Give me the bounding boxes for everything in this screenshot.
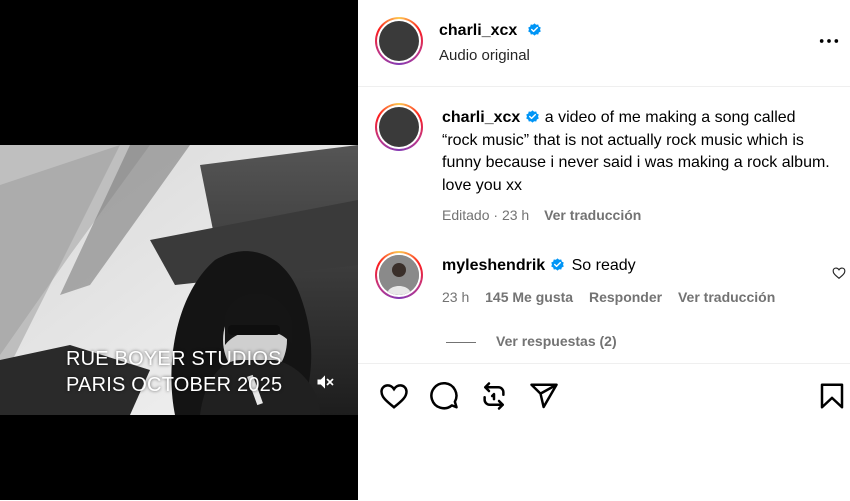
- caption-meta: Editado · 23 h Ver traducción: [442, 207, 641, 223]
- caption-username[interactable]: charli_xcx: [442, 109, 520, 126]
- replies-divider-line: [446, 341, 476, 343]
- header-username[interactable]: charli_xcx: [439, 22, 542, 40]
- avatar[interactable]: [375, 17, 423, 65]
- comment-body: myleshendrik So ready: [442, 257, 636, 275]
- verified-badge-icon: [527, 23, 541, 36]
- video-overlay-line-1: RUE BOYER STUDIOS: [66, 348, 282, 370]
- comment-translate-link[interactable]: Ver traducción: [678, 289, 775, 305]
- caption-time[interactable]: 23 h: [502, 207, 529, 223]
- comment-time[interactable]: 23 h: [442, 289, 469, 305]
- caption-avatar[interactable]: [375, 103, 423, 151]
- view-replies-button[interactable]: Ver respuestas (2): [446, 333, 617, 349]
- header-username-label: charli_xcx: [439, 22, 518, 39]
- caption-avatar-image: [379, 107, 419, 147]
- verified-badge-icon: [526, 110, 540, 123]
- speaker-muted-icon[interactable]: [314, 372, 336, 392]
- save-icon[interactable]: [817, 381, 847, 411]
- view-replies-label: Ver respuestas (2): [496, 333, 617, 349]
- edited-label: Editado: [442, 207, 490, 223]
- share-icon[interactable]: [529, 381, 559, 411]
- more-horizontal-icon[interactable]: [818, 30, 840, 52]
- comment-text: So ready: [571, 257, 636, 274]
- comment-likes[interactable]: 145 Me gusta: [485, 289, 573, 305]
- repost-icon[interactable]: [479, 381, 509, 411]
- comment-meta: 23 h 145 Me gusta Responder Ver traducci…: [442, 289, 775, 305]
- comment-avatar[interactable]: [375, 251, 423, 299]
- video-player[interactable]: RUE BOYER STUDIOS PARIS OCTOBER 2025: [0, 0, 358, 500]
- post-panel: charli_xcx Audio original charli_xcx a v…: [358, 0, 850, 500]
- heart-icon[interactable]: [379, 381, 409, 411]
- post-header: charli_xcx Audio original: [358, 0, 850, 87]
- comment-icon[interactable]: [429, 381, 459, 411]
- comment-username[interactable]: myleshendrik: [442, 257, 545, 274]
- comment-avatar-photo: [379, 255, 419, 295]
- meta-separator: ·: [489, 207, 502, 223]
- reply-button[interactable]: Responder: [589, 289, 662, 305]
- caption: charli_xcx a video of me making a song c…: [442, 107, 832, 197]
- video-overlay-line-2: PARIS OCTOBER 2025: [66, 374, 283, 396]
- caption-translate-link[interactable]: Ver traducción: [544, 207, 641, 223]
- verified-badge-icon: [551, 258, 564, 271]
- comment-avatar-image: [379, 255, 419, 295]
- comment-like-heart-icon[interactable]: [832, 266, 846, 280]
- action-bar: [358, 363, 850, 501]
- audio-link[interactable]: Audio original: [439, 47, 530, 64]
- avatar-image: [379, 21, 419, 61]
